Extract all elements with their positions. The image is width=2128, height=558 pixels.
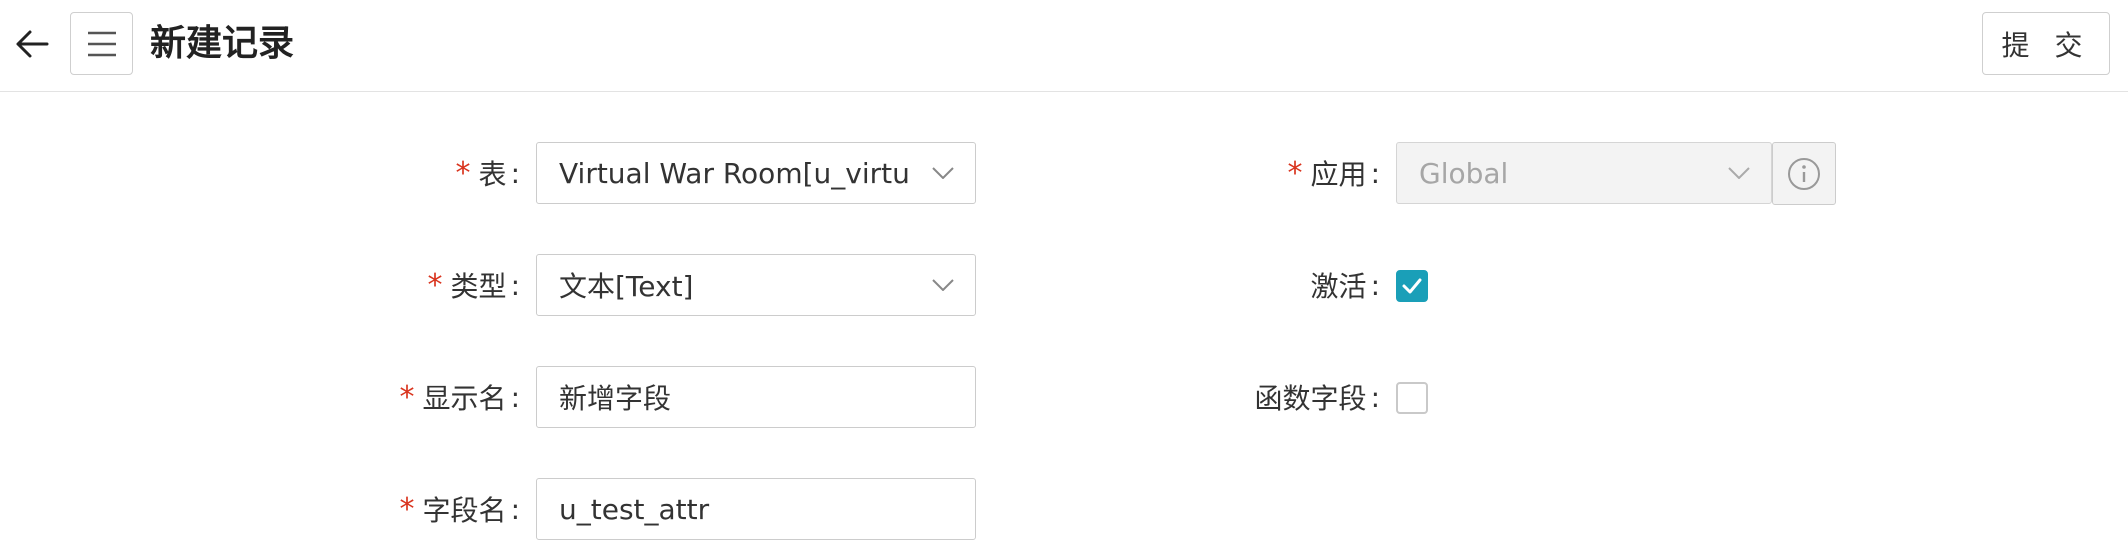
type-select[interactable]: 文本[Text] [536,254,976,316]
chevron-down-icon [911,255,975,315]
type-label: * 类型 : [320,254,520,316]
table-label-text: 表 [478,158,507,191]
active-label: 激活 : [1180,254,1380,316]
back-button[interactable] [12,24,52,64]
label-colon: : [1370,156,1380,190]
display-name-label: * 显示名 : [320,366,520,428]
label-colon: : [510,156,520,190]
label-colon: : [1370,268,1380,302]
required-mark: * [427,267,443,303]
display-name-input[interactable]: 新增字段 [536,366,976,428]
application-label-text: 应用 [1310,158,1367,191]
application-info-button[interactable] [1772,142,1836,205]
type-label-text: 类型 [450,270,507,303]
required-mark: * [455,155,471,191]
hamburger-menu-icon [87,31,116,56]
chevron-down-icon [911,143,975,203]
page-header: 新建记录 提 交 [0,0,2128,92]
label-colon: : [510,492,520,526]
function-field-checkbox[interactable] [1396,382,1428,414]
application-select-value: Global [1419,156,1509,190]
application-label: * 应用 : [1180,142,1380,204]
arrow-left-icon [16,30,49,58]
active-label-text: 激活 [1310,270,1367,303]
submit-button[interactable]: 提 交 [1982,12,2110,75]
application-select: Global [1396,142,1772,204]
function-field-label: 函数字段 : [1180,366,1380,428]
field-name-label-text: 字段名 [422,494,507,527]
required-mark: * [399,491,415,527]
label-colon: : [1370,380,1380,414]
field-name-value: u_test_attr [559,492,710,526]
required-mark: * [1287,155,1303,191]
field-name-input[interactable]: u_test_attr [536,478,976,540]
label-colon: : [510,268,520,302]
menu-button[interactable] [70,12,133,75]
type-select-value: 文本[Text] [559,270,694,303]
field-name-label: * 字段名 : [320,478,520,540]
table-select-value: Virtual War Room[u_virtu... [559,156,911,190]
display-name-label-text: 显示名 [422,382,507,415]
active-checkbox[interactable] [1396,270,1428,302]
table-label: * 表 : [320,142,520,204]
info-circle-icon [1788,157,1820,190]
table-select[interactable]: Virtual War Room[u_virtu... [536,142,976,204]
page-title: 新建记录 [150,23,295,64]
label-colon: : [510,380,520,414]
display-name-value: 新增字段 [559,382,672,415]
checkmark-icon [1402,278,1422,294]
required-mark: * [399,379,415,415]
chevron-down-icon [1707,143,1771,203]
function-field-label-text: 函数字段 [1254,382,1367,415]
